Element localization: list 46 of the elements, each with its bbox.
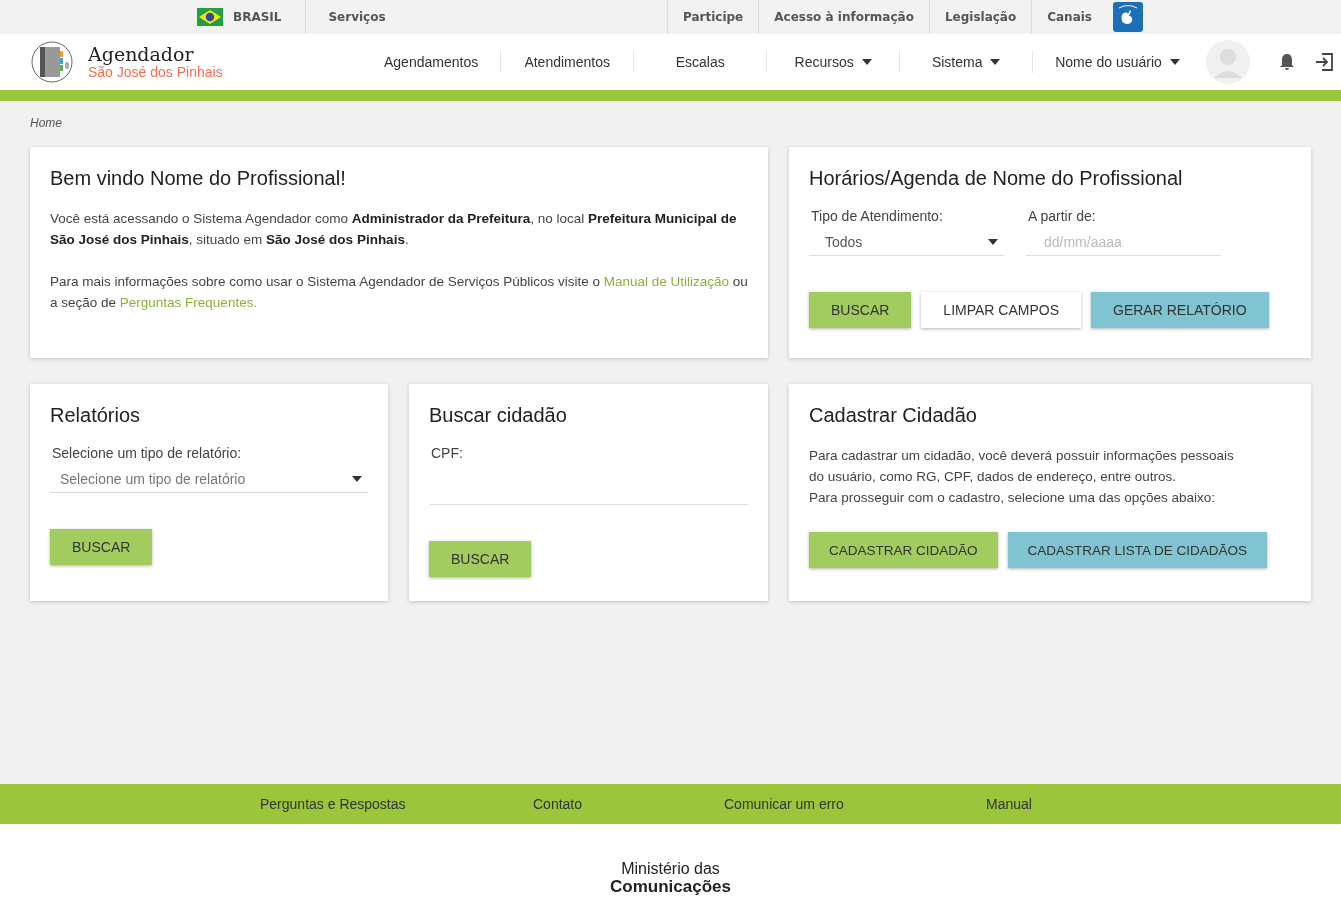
nav-menu-item[interactable]: Sistema	[899, 51, 1033, 73]
city-name: São José dos Pinhais	[88, 64, 223, 80]
logout-icon[interactable]	[1313, 52, 1334, 72]
nav-menu-item[interactable]: Atendimentos	[500, 51, 634, 73]
help-text: Para mais informações sobre como usar o Sistema Agendador de Serviços Públicos visite o Manual de Utilização ou a seção de Perguntas Frequentes.	[50, 273, 748, 312]
caret-icon	[861, 59, 872, 65]
report-button[interactable]: GERAR RELATÓRIO	[1091, 292, 1269, 328]
field-label: A partir de:	[1028, 208, 1097, 224]
logo-icon	[30, 40, 74, 84]
flag-icon	[197, 8, 223, 26]
caret-icon	[1169, 59, 1180, 65]
gov-link[interactable]: Serviços	[306, 0, 408, 34]
report-type-select[interactable]: Selecione um tipo de relatório	[50, 465, 368, 493]
register-text: Para prosseguir com o cadastro, selecione uma das opções abaixo:	[809, 489, 1216, 507]
ministry-logo-text: Ministério das	[621, 860, 720, 878]
field-label: CPF:	[431, 445, 464, 461]
footer-link[interactable]: Comunicar um erro	[724, 796, 986, 812]
search-button[interactable]: BUSCAR	[429, 541, 532, 577]
nav-menu-item[interactable]: Agendamentos	[362, 51, 501, 73]
register-text: Para cadastrar um cidadão, você deverá possuir informações pessoais	[809, 447, 1235, 465]
clear-button[interactable]: LIMPAR CAMPOS	[921, 292, 1081, 328]
caret-icon	[352, 475, 362, 482]
breadcrumb[interactable]: Home	[0, 101, 1341, 147]
ministry-logo-text: Comunicações	[610, 878, 731, 896]
card-title: Buscar cidadão	[429, 404, 568, 427]
card-title: Horários/Agenda de Nome do Profissional	[809, 167, 1184, 190]
register-list-button[interactable]: CADASTRAR LISTA DE CIDADÃOS	[1007, 532, 1268, 568]
register-text: do usuário, como RG, CPF, dados de endereço, entre outros.	[809, 468, 1177, 486]
field-label: Selecione um tipo de relatório:	[52, 445, 243, 461]
card-title: Relatórios	[50, 404, 142, 427]
footer-link[interactable]: Manual	[986, 796, 1032, 812]
caret-icon	[990, 59, 1001, 65]
user-menu[interactable]: Nome do usuário	[1032, 51, 1202, 73]
register-button[interactable]: CADASTRAR CIDADÃO	[809, 532, 998, 568]
field-label: Tipo de Atendimento:	[811, 208, 944, 224]
nav-menu-item[interactable]: Recursos	[766, 51, 900, 73]
search-button[interactable]: BUSCAR	[50, 529, 153, 565]
card-title: Cadastrar Cidadão	[809, 404, 978, 427]
caret-icon	[988, 238, 998, 245]
welcome-text: Você está acessando o Sistema Agendador como Administrador da Prefeitura, no local Prefeitura Municipal de São José dos Pinhais, situado em São José dos Pinhais.	[50, 210, 738, 249]
footer-link[interactable]: Perguntas e Respostas	[260, 796, 533, 812]
type-select[interactable]: Todos	[809, 228, 1004, 256]
card-title: Bem vindo Nome do Profissional!	[50, 167, 347, 190]
footer-link[interactable]: Contato	[533, 796, 724, 812]
search-button[interactable]: BUSCAR	[809, 292, 912, 328]
nav-menu-item[interactable]: Escalas	[633, 51, 767, 73]
